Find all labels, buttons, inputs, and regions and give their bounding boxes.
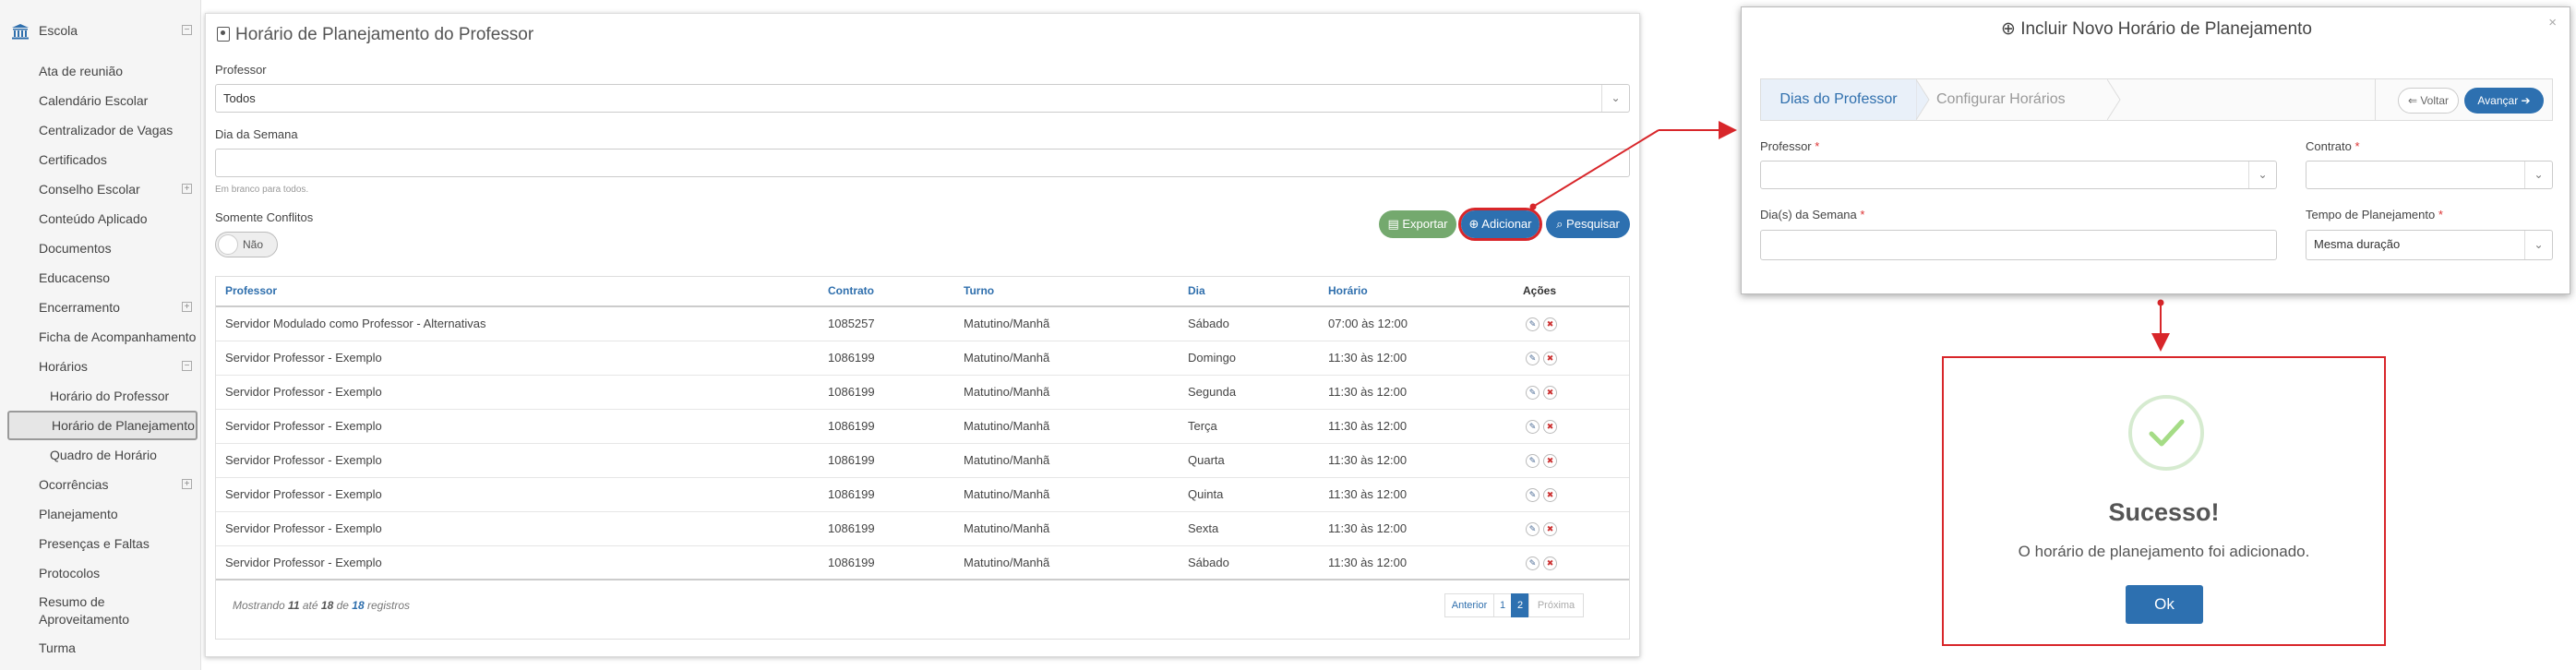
success-title: Sucesso! <box>2108 498 2220 526</box>
step-configurar-horarios[interactable]: Configurar Horários <box>1936 79 2121 120</box>
modal-title-text: Incluir Novo Horário de Planejamento <box>2020 19 2312 39</box>
modal-professor-select[interactable]: ⌄ <box>1760 161 2277 189</box>
voltar-button[interactable]: ⇐ Voltar <box>2398 88 2459 114</box>
step-arrow-2 <box>2107 79 2121 120</box>
label-text: Dia(s) da Semana <box>1760 208 1857 221</box>
success-message: O horário de planejamento foi adicionado… <box>2018 543 2310 560</box>
required-mark: * <box>1860 208 1865 221</box>
modal-contrato-select[interactable]: ⌄ <box>2306 161 2553 189</box>
label-text: Contrato <box>2306 139 2352 153</box>
success-check-icon <box>2128 395 2204 471</box>
required-mark: * <box>2354 139 2360 153</box>
modal-title: ⊕ Incluir Novo Horário de Planejamento <box>1742 18 2571 40</box>
label-text: Professor <box>1760 139 1812 153</box>
modal-dias-label: Dia(s) da Semana * <box>1760 208 1864 221</box>
voltar-label: Voltar <box>2420 94 2450 107</box>
required-mark: * <box>2438 208 2443 221</box>
success-dialog: Sucesso! O horário de planejamento foi a… <box>1942 356 2386 646</box>
arrow-left-icon: ⇐ <box>2407 94 2421 107</box>
plus-circle-icon: ⊕ <box>2001 19 2021 39</box>
label-text: Tempo de Planejamento <box>2306 208 2436 221</box>
checkmark-icon <box>2149 419 2185 447</box>
arrow-line-1 <box>1532 129 1659 208</box>
wizard-steps: Dias do Professor Configurar Horários ⇐ … <box>1760 78 2553 121</box>
close-icon[interactable]: × <box>2548 15 2557 30</box>
modal-tempo-label: Tempo de Planejamento * <box>2306 208 2443 221</box>
arrow-dot-1 <box>1529 203 1537 210</box>
required-mark: * <box>1815 139 1820 153</box>
arrow-right-icon: ➔ <box>2518 94 2531 107</box>
new-schedule-modal: ⊕ Incluir Novo Horário de Planejamento ×… <box>1741 6 2570 294</box>
chevron-down-icon: ⌄ <box>2524 162 2552 188</box>
tempo-select-value: Mesma duração <box>2314 237 2401 251</box>
wizard-divider <box>2375 79 2376 120</box>
ok-button[interactable]: Ok <box>2126 585 2203 624</box>
chevron-down-icon: ⌄ <box>2248 162 2276 188</box>
step-arrow-1 <box>1916 79 1930 120</box>
modal-professor-label: Professor * <box>1760 139 1819 153</box>
step-dias-professor[interactable]: Dias do Professor <box>1761 79 1916 120</box>
chevron-down-icon: ⌄ <box>2524 231 2552 259</box>
modal-dias-input[interactable] <box>1760 230 2277 260</box>
avancar-button[interactable]: Avançar ➔ <box>2464 88 2544 114</box>
avancar-label: Avançar <box>2477 94 2519 107</box>
modal-contrato-label: Contrato * <box>2306 139 2360 153</box>
modal-tempo-select[interactable]: Mesma duração ⌄ <box>2306 230 2553 260</box>
